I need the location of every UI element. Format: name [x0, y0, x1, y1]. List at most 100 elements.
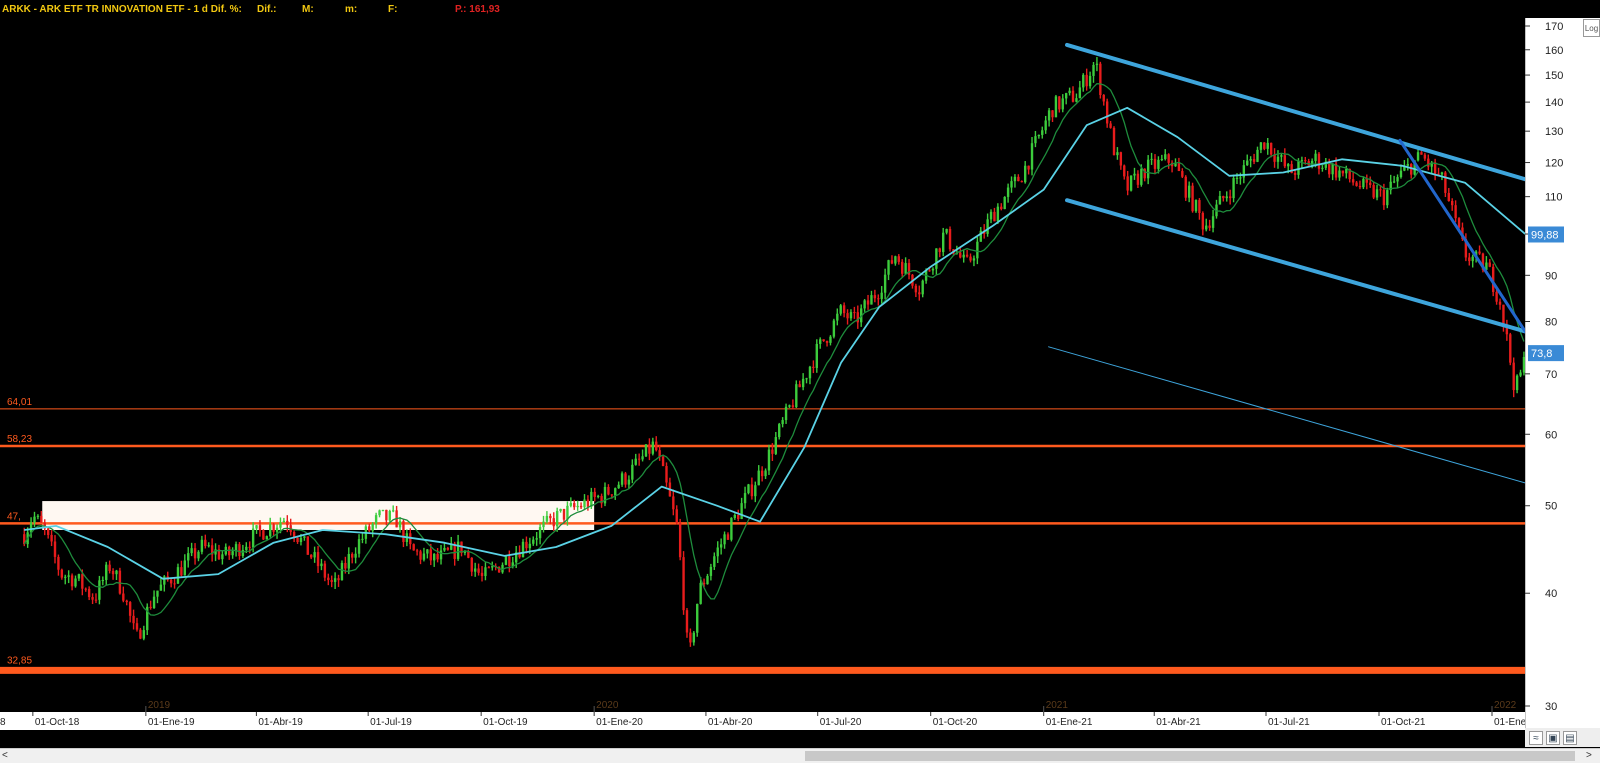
support-label: 64,01	[7, 397, 32, 408]
x-tick-label: 01-Ene-20	[596, 717, 643, 728]
candle-body	[637, 458, 641, 460]
candle-body	[1006, 187, 1010, 197]
candle-body	[1058, 96, 1061, 110]
candle-body	[149, 606, 152, 609]
candle-body	[709, 566, 713, 576]
horizontal-scrollbar[interactable]: < >	[0, 748, 1600, 763]
candle-body	[737, 514, 740, 520]
candle-body	[631, 464, 634, 480]
candle-body	[1362, 178, 1365, 188]
candle-body	[419, 551, 422, 560]
y-tick-label: 150	[1545, 70, 1563, 82]
candle-body	[1471, 256, 1474, 262]
candle-body	[528, 543, 532, 549]
candle-body	[1263, 142, 1266, 149]
candle-body	[1010, 181, 1013, 188]
candle-body	[316, 552, 320, 567]
candle-body	[836, 313, 839, 321]
candle-body	[969, 256, 972, 261]
candle-body	[853, 312, 856, 314]
candle-body	[1075, 98, 1078, 102]
candle-body	[870, 295, 873, 305]
candle-body	[1420, 152, 1423, 155]
candle-body	[555, 510, 559, 527]
candle-body	[655, 441, 658, 451]
candle-body	[415, 550, 419, 552]
candle-body	[1345, 168, 1348, 174]
price-chart[interactable]: 64,01 58,23 47, 32,85 2019 2020 2021 2022	[0, 18, 1525, 730]
y-tick-label: 80	[1545, 316, 1557, 328]
candle-body	[241, 549, 245, 557]
candle-body	[487, 567, 491, 569]
candle-body	[873, 295, 877, 299]
candle-body	[1457, 218, 1461, 228]
save-icon[interactable]: ▣	[1546, 730, 1560, 745]
date-axis-panel[interactable]: 8 01-Oct-18 01-Ene-19 01-Abr-19 01-Jul-19 01-…	[0, 712, 1541, 730]
candle-body	[713, 556, 716, 567]
candle-body	[371, 523, 374, 531]
candle-body	[928, 270, 931, 272]
candle-body	[576, 505, 579, 508]
candle-body	[398, 521, 402, 528]
candle-body	[282, 520, 286, 523]
candle-body	[429, 549, 432, 561]
candle-body	[275, 527, 279, 532]
scroll-left-icon[interactable]: <	[2, 750, 14, 762]
candle-body	[1164, 154, 1167, 160]
candle-body	[258, 525, 262, 531]
candle-body	[1310, 160, 1314, 166]
candle-body	[675, 509, 678, 523]
candle-body	[1232, 178, 1235, 199]
candle-body	[989, 211, 993, 220]
price-axis-panel[interactable]: 170 160 150 140 130 120 110 90 80 70 60 50 40 30 99,88…	[1524, 18, 1600, 730]
candle-body	[1375, 189, 1379, 198]
candle-body	[545, 515, 549, 522]
candle-body	[333, 578, 337, 582]
candle-body	[1392, 181, 1396, 183]
scroll-right-icon[interactable]: >	[1586, 750, 1598, 762]
candle-body	[132, 615, 135, 624]
candle-body	[1136, 173, 1140, 185]
year-label: 2019	[148, 700, 171, 711]
candle-body	[716, 547, 719, 557]
candle-body	[128, 602, 132, 616]
candle-body	[306, 536, 309, 555]
candle-body	[443, 547, 446, 551]
candle-body	[1239, 177, 1242, 179]
candle-body	[1129, 175, 1133, 191]
chart-type-icon[interactable]: ≈	[1529, 730, 1543, 745]
candle-body	[842, 305, 846, 314]
candle-body	[347, 554, 350, 569]
candle-body	[33, 516, 36, 523]
min-label: m:	[345, 4, 358, 15]
candle-body	[1515, 375, 1519, 391]
log-scale-button[interactable]: Log	[1583, 19, 1600, 37]
candle-body	[1498, 301, 1502, 305]
candle-body	[169, 579, 173, 584]
candle-body	[357, 539, 361, 554]
candle-body	[1064, 93, 1068, 99]
candle-body	[231, 551, 234, 556]
layout-icon[interactable]: ▤	[1563, 730, 1577, 745]
candle-body	[1061, 98, 1064, 110]
scroll-thumb[interactable]	[805, 751, 1575, 761]
candle-body	[1423, 154, 1427, 159]
candle-body	[378, 510, 381, 516]
candle-body	[296, 537, 299, 543]
candle-body	[1222, 196, 1225, 199]
candle-body	[187, 553, 190, 561]
candle-body	[265, 536, 268, 540]
candle-body	[1205, 225, 1208, 230]
x-tick-label: 01-Jul-19	[370, 717, 412, 728]
candle-body	[569, 503, 573, 506]
candle-body	[115, 570, 118, 575]
candle-body	[993, 211, 996, 222]
candle-body	[839, 305, 842, 314]
candle-body	[767, 449, 771, 471]
candle-body	[87, 588, 91, 598]
candle-body	[996, 206, 1000, 222]
candle-body	[473, 568, 477, 572]
candle-body	[733, 514, 737, 518]
candle-body	[74, 578, 77, 587]
candle-body	[1488, 262, 1491, 267]
